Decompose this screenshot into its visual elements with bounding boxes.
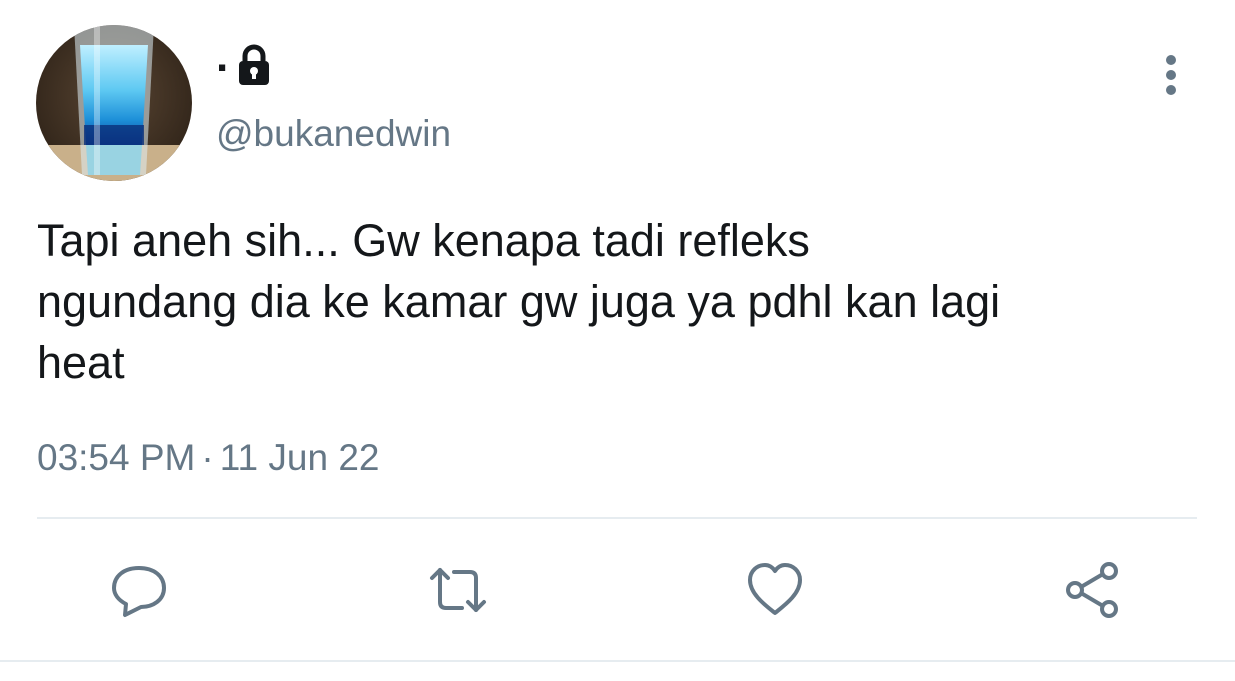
tweet-date: 11 Jun 22	[219, 437, 380, 478]
share-icon	[1066, 562, 1118, 618]
avatar-image	[36, 25, 192, 181]
retweet-icon	[430, 568, 486, 612]
divider	[37, 517, 1197, 519]
tweet-timestamp[interactable]: 03:54 PM · 11 Jun 22	[37, 436, 379, 480]
retweet-button[interactable]	[428, 560, 488, 620]
heart-icon	[748, 563, 802, 615]
display-name-row[interactable]: .	[216, 35, 274, 90]
display-name[interactable]: .	[216, 35, 228, 79]
tweet-text: Tapi aneh sih... Gw kenapa tadi refleks …	[37, 215, 1001, 388]
tweet-card: . @bukanedwin Tapi aneh sih... Gw kenapa…	[0, 0, 1235, 681]
user-handle[interactable]: @bukanedwin	[216, 112, 451, 156]
reply-icon	[112, 566, 166, 617]
bottom-divider	[0, 660, 1235, 662]
more-vertical-icon[interactable]	[1156, 54, 1186, 98]
tweet-time: 03:54 PM	[37, 437, 196, 478]
meta-separator: ·	[201, 437, 214, 478]
lock-icon	[234, 44, 274, 86]
share-button[interactable]	[1063, 560, 1123, 620]
reply-button[interactable]	[109, 560, 169, 620]
like-button[interactable]	[745, 560, 805, 620]
avatar[interactable]	[36, 25, 192, 181]
